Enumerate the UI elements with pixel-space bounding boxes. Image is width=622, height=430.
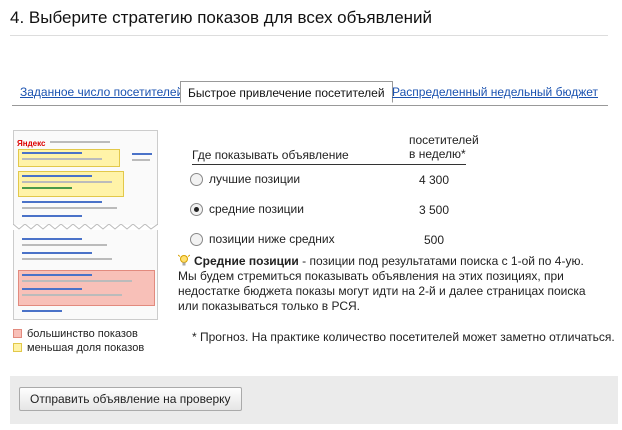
serp-line — [132, 159, 150, 161]
serp-line — [22, 175, 92, 177]
radio-best-positions[interactable] — [190, 172, 203, 186]
serp-line — [22, 280, 132, 282]
serp-line — [22, 288, 82, 290]
serp-line — [22, 215, 82, 217]
option-label: лучшие позиции — [209, 172, 301, 186]
serp-preview: Яндекс — [13, 130, 158, 320]
serp-line — [22, 252, 92, 254]
serp-line — [22, 258, 112, 260]
serp-line — [132, 153, 152, 155]
option-label: средние позиции — [209, 202, 304, 216]
option-best-positions[interactable]: лучшие позиции — [190, 172, 300, 186]
column-header-visits-line2: в неделю* — [409, 147, 466, 161]
serp-line — [22, 201, 102, 203]
strategy-tabs: Заданное число посетителей Быстрое привл… — [12, 81, 608, 106]
option-count: 4 300 — [418, 173, 449, 187]
serp-line — [22, 207, 117, 209]
column-header-placement: Где показывать объявление — [192, 148, 349, 162]
option-middle-positions[interactable]: средние позиции — [190, 202, 304, 216]
page-title: 4. Выберите стратегию показов для всех о… — [10, 8, 433, 27]
forecast-note: * Прогноз. На практике количество посети… — [192, 330, 615, 344]
serp-search-bar — [50, 141, 110, 143]
column-header-visits: посетителей в неделю* — [409, 133, 479, 161]
serp-line — [22, 152, 82, 154]
radio-middle-positions[interactable] — [190, 202, 203, 216]
legend-item-majority: большинство показов — [13, 327, 144, 340]
column-header-visits-line1: посетителей — [409, 133, 479, 147]
legend-swatch-red — [13, 329, 22, 338]
option-label: позиции ниже средних — [209, 232, 335, 246]
strategy-description: Средние позиции - позиции под результата… — [178, 254, 598, 314]
option-count: 500 — [423, 233, 444, 247]
footer-bar: Отправить объявление на проверку — [10, 376, 618, 424]
serp-line — [22, 294, 122, 296]
legend-label: меньшая доля показов — [27, 341, 145, 354]
serp-line — [22, 187, 72, 189]
serp-line — [22, 310, 62, 312]
title-divider — [10, 35, 608, 36]
option-below-middle-positions[interactable]: позиции ниже средних — [190, 232, 335, 246]
serp-line — [22, 238, 82, 240]
radio-below-middle-positions[interactable] — [190, 232, 203, 246]
tab-weekly-budget[interactable]: Распределенный недельный бюджет — [392, 85, 598, 99]
option-count: 3 500 — [418, 203, 449, 217]
submit-for-review-button[interactable]: Отправить объявление на проверку — [19, 387, 242, 411]
serp-line — [22, 274, 92, 276]
legend-swatch-yellow — [13, 343, 22, 352]
serp-line — [22, 158, 102, 160]
serp-line — [22, 244, 107, 246]
description-title: Средние позиции — [194, 254, 299, 268]
serp-logo: Яндекс — [17, 139, 46, 148]
legend-item-minority: меньшая доля показов — [13, 341, 144, 354]
serp-preview-top: Яндекс — [13, 130, 158, 225]
legend-label: большинство показов — [27, 327, 138, 340]
serp-line — [22, 181, 112, 183]
tab-target-visitors[interactable]: Заданное число посетителей — [20, 85, 183, 99]
tab-fast-attraction[interactable]: Быстрое привлечение посетителей — [180, 81, 393, 103]
preview-legend: большинство показов меньшая доля показов — [13, 327, 144, 355]
serp-preview-bottom — [13, 230, 158, 320]
table-header-divider — [192, 164, 466, 165]
